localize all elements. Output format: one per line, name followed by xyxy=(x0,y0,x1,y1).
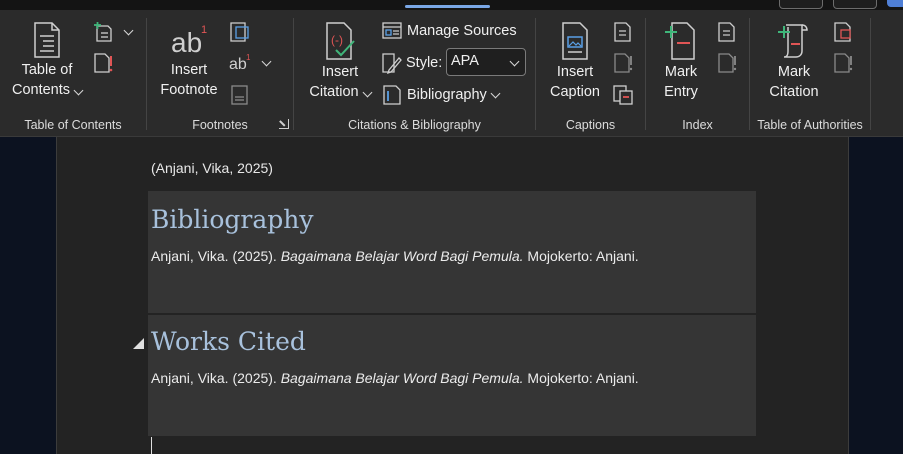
style-label-group: Style: xyxy=(381,52,442,74)
style-icon xyxy=(382,53,402,74)
toc-label-line2: Contents xyxy=(8,80,86,100)
insert-table-of-figures-button[interactable] xyxy=(612,21,634,43)
update-table-button[interactable] xyxy=(93,52,115,74)
svg-text:1: 1 xyxy=(246,53,251,62)
bibliography-icon xyxy=(383,85,401,105)
works-cited-entry: Anjani, Vika. (2025). Bagaimana Belajar … xyxy=(151,370,639,386)
svg-text:(-): (-) xyxy=(331,33,343,47)
next-footnote-button[interactable]: ab 1 xyxy=(229,53,272,73)
style-label: Style: xyxy=(406,55,443,71)
group-table-of-contents: Table of Contents Table of Contents xyxy=(0,10,146,136)
window-control[interactable] xyxy=(779,0,823,9)
svg-text:ab: ab xyxy=(171,27,202,58)
insert-footnote-label-1: Insert xyxy=(170,62,208,78)
group-label-citations: Citations & Bibliography xyxy=(348,118,481,132)
group-index: Mark Entry Index xyxy=(646,10,749,136)
references-ribbon: Table of Contents Table of Contents ab 1 xyxy=(0,10,903,137)
mark-citation-label-1: Mark xyxy=(777,64,811,80)
update-table-button[interactable] xyxy=(612,52,634,74)
update-table-of-authorities-button[interactable] xyxy=(832,52,854,74)
mark-citation-label-2: Citation xyxy=(769,84,819,100)
add-text-button[interactable] xyxy=(93,22,134,42)
insert-caption-label-1: Insert xyxy=(556,64,594,80)
manage-sources-icon xyxy=(382,22,402,39)
insert-endnote-button[interactable] xyxy=(229,21,251,43)
entry-title: Bagaimana Belajar Word Bagi Pemula. xyxy=(280,248,524,264)
svg-text:1: 1 xyxy=(201,24,207,36)
group-label-index: Index xyxy=(682,118,713,132)
show-notes-button[interactable] xyxy=(229,84,251,106)
add-text-icon xyxy=(94,22,112,42)
share-button[interactable] xyxy=(887,0,903,7)
cross-reference-button[interactable] xyxy=(612,84,634,106)
update-index-icon xyxy=(718,53,737,73)
toc-icon xyxy=(34,22,60,58)
insert-citation-label-2: Citation xyxy=(302,82,378,102)
insert-caption-button[interactable]: Insert Caption xyxy=(540,22,610,102)
group-label-authorities: Table of Authorities xyxy=(757,118,863,132)
insert-table-of-authorities-icon xyxy=(834,22,851,42)
window-control[interactable] xyxy=(833,0,877,9)
insert-table-of-figures-icon xyxy=(614,22,631,42)
insert-index-button[interactable] xyxy=(716,21,738,43)
group-label-toc: Table of Contents xyxy=(24,118,122,132)
citation-style-select[interactable]: APA xyxy=(446,48,526,76)
works-cited-heading: Works Cited xyxy=(151,327,306,356)
entry-publisher: Mojokerto: Anjani. xyxy=(523,248,639,264)
group-label-captions: Captions xyxy=(565,118,616,132)
entry-author: Anjani, Vika. (2025). xyxy=(151,248,281,264)
mark-entry-icon xyxy=(665,22,695,60)
insert-citation-button[interactable]: (-) Insert Citation xyxy=(302,22,378,102)
group-divider xyxy=(870,18,871,130)
insert-footnote-label-2: Footnote xyxy=(160,82,218,98)
update-table-icon xyxy=(614,53,633,73)
mark-citation-button[interactable]: Mark Citation xyxy=(758,22,830,102)
next-footnote-icon: ab 1 xyxy=(229,53,251,73)
bibliography-heading: Bibliography xyxy=(151,205,314,234)
update-table-icon xyxy=(94,53,113,73)
text-cursor xyxy=(151,437,152,454)
insert-index-icon xyxy=(718,22,735,42)
mark-entry-button[interactable]: Mark Entry xyxy=(648,22,714,102)
entry-publisher: Mojokerto: Anjani. xyxy=(523,370,639,386)
group-captions: Insert Caption Captions xyxy=(536,10,645,136)
insert-caption-label-2: Caption xyxy=(550,84,600,100)
manage-sources-button[interactable]: Manage Sources xyxy=(381,21,517,41)
entry-author: Anjani, Vika. (2025). xyxy=(151,370,281,386)
insert-citation-icon: (-) xyxy=(326,22,355,60)
insert-caption-icon xyxy=(562,22,588,60)
svg-text:ab: ab xyxy=(229,56,247,73)
insert-endnote-icon xyxy=(230,22,249,42)
toc-label-line1: Table of xyxy=(21,62,73,78)
update-index-button[interactable] xyxy=(716,52,738,74)
table-of-contents-button[interactable]: Table of Contents xyxy=(8,22,86,100)
entry-title: Bagaimana Belajar Word Bagi Pemula. xyxy=(280,370,524,386)
mark-entry-label-2: Entry xyxy=(664,84,698,100)
collapse-heading-icon[interactable] xyxy=(133,338,144,349)
bibliography-entry: Anjani, Vika. (2025). Bagaimana Belajar … xyxy=(151,248,639,264)
footnotes-dialog-launcher[interactable] xyxy=(279,119,289,129)
insert-footnote-icon: ab 1 xyxy=(171,24,207,58)
group-label-footnotes: Footnotes xyxy=(192,118,248,132)
mark-entry-label-1: Mark xyxy=(664,64,698,80)
group-table-of-authorities: Mark Citation Table of Authorities xyxy=(750,10,870,136)
citation-style-value: APA xyxy=(451,53,479,69)
chevron-down-icon xyxy=(509,56,520,67)
bibliography-block[interactable]: Bibliography Anjani, Vika. (2025). Bagai… xyxy=(148,191,756,313)
insert-footnote-button[interactable]: ab 1 Insert Footnote xyxy=(153,22,225,100)
insert-table-of-authorities-button[interactable] xyxy=(832,21,854,43)
manage-sources-label: Manage Sources xyxy=(407,23,517,39)
show-notes-icon xyxy=(231,85,248,105)
group-footnotes: ab 1 Insert Footnote ab 1 Footnotes xyxy=(147,10,293,136)
works-cited-block[interactable]: Works Cited Anjani, Vika. (2025). Bagaim… xyxy=(148,315,756,436)
inline-citation[interactable]: (Anjani, Vika, 2025) xyxy=(151,160,273,176)
insert-citation-label-1: Insert xyxy=(321,64,359,80)
mark-citation-icon xyxy=(778,24,808,58)
active-tab-indicator xyxy=(405,5,490,8)
bibliography-label: Bibliography xyxy=(407,87,487,103)
cross-reference-icon xyxy=(613,85,633,105)
title-bar-strip xyxy=(0,0,903,10)
bibliography-button[interactable]: Bibliography xyxy=(381,84,501,106)
update-table-of-authorities-icon xyxy=(834,53,853,73)
